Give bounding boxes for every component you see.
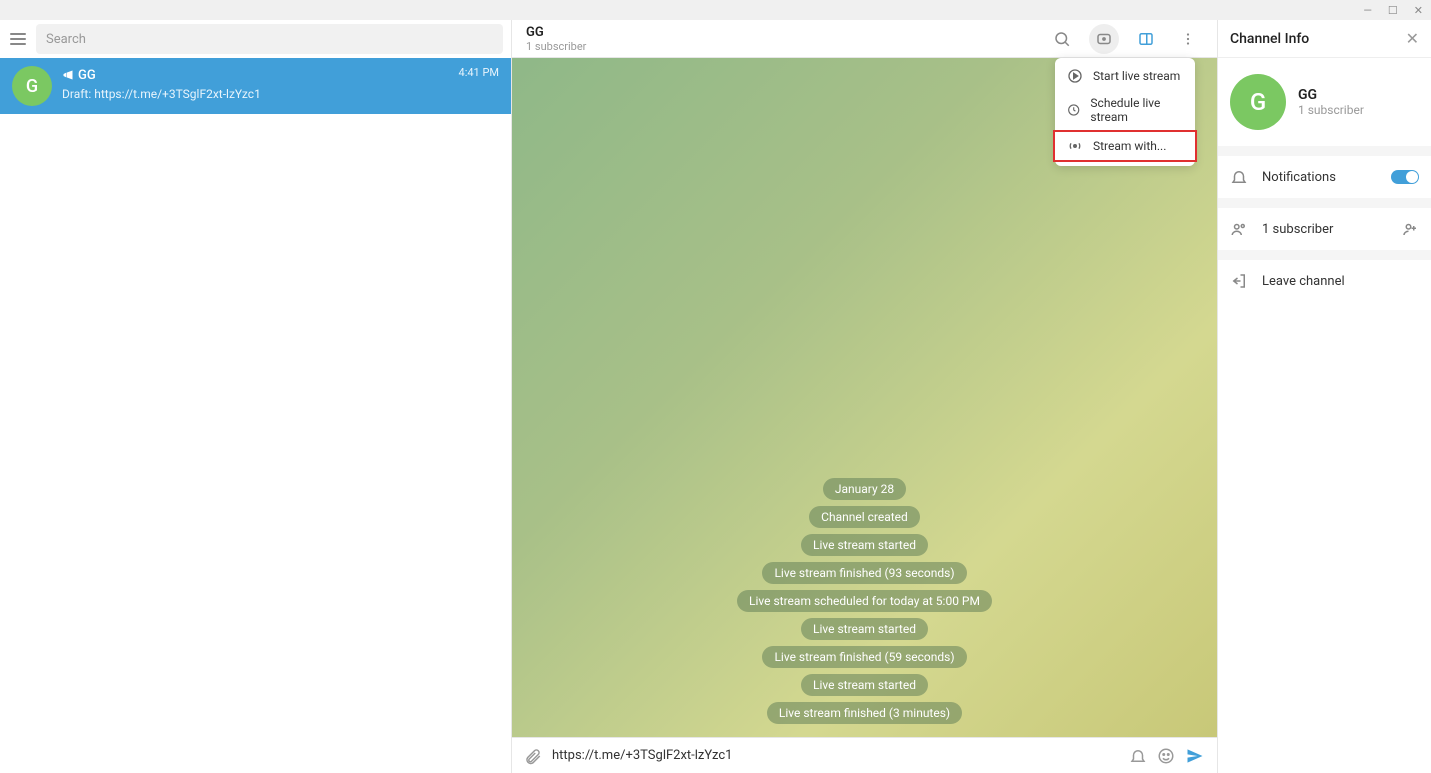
channel-subscribers: 1 subscriber <box>1298 103 1364 117</box>
channel-name: GG <box>1298 87 1364 103</box>
dropdown-stream-with[interactable]: Stream with... <box>1053 130 1197 162</box>
menu-icon[interactable] <box>8 29 28 49</box>
service-message: Live stream finished (93 seconds) <box>762 562 966 584</box>
chat-list-item[interactable]: G GG Draft: https://t.me/+3TSglF2xt-lzYz… <box>0 58 511 114</box>
message-input[interactable] <box>552 748 1119 763</box>
dropdown-start-live[interactable]: Start live stream <box>1055 62 1195 90</box>
chat-header-info[interactable]: GG 1 subscriber <box>526 25 1047 53</box>
notifications-toggle[interactable] <box>1391 170 1419 184</box>
dropdown-start-label: Start live stream <box>1093 69 1180 83</box>
message-input-row <box>512 737 1217 773</box>
service-message: Live stream finished (3 minutes) <box>767 702 962 724</box>
sidebar-toggle-icon[interactable] <box>1131 24 1161 54</box>
service-message: Live stream started <box>801 674 928 696</box>
channel-icon <box>62 66 74 85</box>
bell-icon[interactable] <box>1129 747 1147 765</box>
search-placeholder: Search <box>46 32 86 47</box>
search-icon[interactable] <box>1047 24 1077 54</box>
search-input[interactable]: Search <box>36 24 503 54</box>
window-titlebar: — ☐ ✕ <box>0 0 1431 20</box>
dropdown-schedule-label: Schedule live stream <box>1090 96 1183 124</box>
window-minimize[interactable]: — <box>1363 4 1372 17</box>
panel-header: Channel Info ✕ <box>1218 20 1431 58</box>
more-icon[interactable] <box>1173 24 1203 54</box>
service-message: Live stream started <box>801 534 928 556</box>
dropdown-stream-with-label: Stream with... <box>1093 139 1166 153</box>
notifications-label: Notifications <box>1262 170 1336 185</box>
emoji-icon[interactable] <box>1157 747 1175 765</box>
leave-label: Leave channel <box>1262 274 1345 289</box>
chat-preview: Draft: https://t.me/+3TSglF2xt-lzYzc1 <box>62 87 449 101</box>
chat-name: GG <box>78 68 96 83</box>
chat-header: GG 1 subscriber <box>512 20 1217 58</box>
leave-channel-row[interactable]: Leave channel <box>1218 260 1431 302</box>
notifications-row[interactable]: Notifications <box>1218 156 1431 198</box>
attach-icon[interactable] <box>524 747 542 765</box>
service-message: Channel created <box>809 506 920 528</box>
service-message: Live stream scheduled for today at 5:00 … <box>737 590 992 612</box>
chat-avatar: G <box>12 66 52 106</box>
add-user-icon[interactable] <box>1401 220 1419 238</box>
channel-profile: G GG 1 subscriber <box>1218 58 1431 146</box>
chat-subtitle: 1 subscriber <box>526 40 1047 53</box>
service-message: Live stream finished (59 seconds) <box>762 646 966 668</box>
chat-time: 4:41 PM <box>459 66 499 106</box>
live-stream-icon[interactable] <box>1089 24 1119 54</box>
window-maximize[interactable]: ☐ <box>1388 4 1398 17</box>
panel-title: Channel Info <box>1230 31 1309 47</box>
chat-title: GG <box>526 25 1047 40</box>
channel-avatar: G <box>1230 74 1286 130</box>
chat-column: GG 1 subscriber Star <box>512 20 1217 773</box>
channel-info-panel: Channel Info ✕ G GG 1 subscriber Notific… <box>1217 20 1431 773</box>
subscribers-row[interactable]: 1 subscriber <box>1218 208 1431 250</box>
subscribers-label: 1 subscriber <box>1262 222 1333 237</box>
close-icon[interactable]: ✕ <box>1406 29 1419 48</box>
left-header: Search <box>0 20 511 58</box>
stream-dropdown: Start live stream Schedule live stream S… <box>1055 58 1195 166</box>
send-icon[interactable] <box>1185 746 1205 766</box>
service-message: January 28 <box>823 478 906 500</box>
service-message: Live stream started <box>801 618 928 640</box>
window-close[interactable]: ✕ <box>1414 4 1423 17</box>
dropdown-schedule-live[interactable]: Schedule live stream <box>1055 90 1195 130</box>
chat-list-column: Search G GG Draft: https://t.me/+3TSglF2… <box>0 20 512 773</box>
